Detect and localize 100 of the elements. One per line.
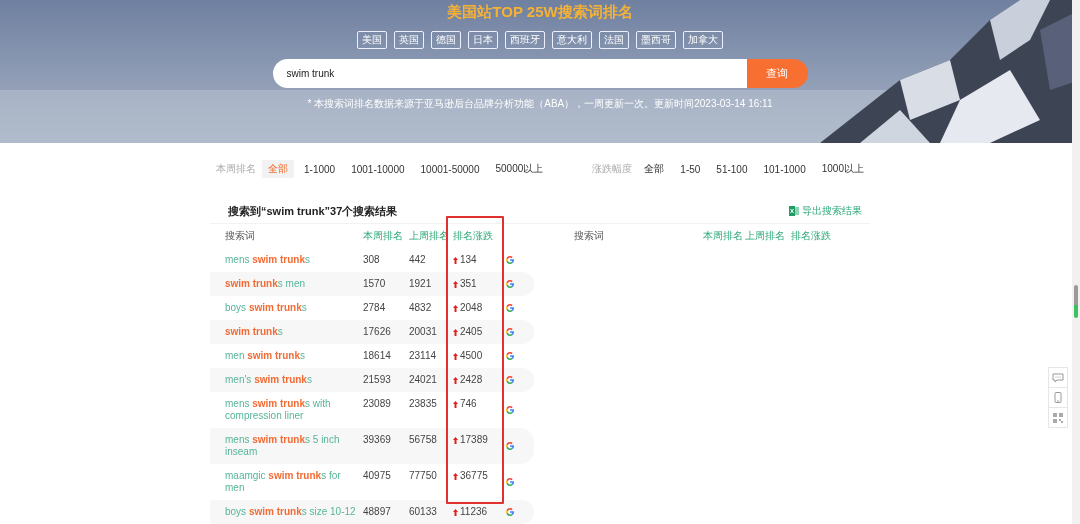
arrow-up-icon — [453, 256, 458, 264]
keyword-link[interactable]: mens swim trunks with compression liner — [225, 398, 363, 422]
filter-option[interactable]: 1-1000 — [298, 161, 342, 177]
google-icon[interactable] — [505, 405, 515, 415]
country-button[interactable]: 西班牙 — [505, 31, 545, 49]
table-cell-text: 1570 — [363, 278, 387, 290]
table-cell-text: 23114 — [409, 350, 438, 362]
google-icon[interactable] — [505, 507, 515, 517]
keyword-link[interactable]: swim trunks — [225, 326, 363, 338]
table-cell: 351 — [460, 278, 477, 290]
filter-option[interactable]: 全部 — [262, 160, 294, 178]
filter-option[interactable]: 1000以上 — [815, 160, 870, 178]
filter-label: 涨跌幅度 — [592, 162, 633, 176]
column-header: 本周排名 — [703, 229, 744, 243]
filter-option[interactable]: 10001-50000 — [414, 161, 486, 177]
table-cell: 746 — [460, 398, 477, 410]
page-title: 美国站TOP 25W搜索词排名 — [447, 2, 633, 22]
google-icon[interactable] — [505, 303, 515, 313]
table-cell: 134 — [460, 254, 477, 266]
country-button[interactable]: 英国 — [394, 31, 424, 49]
table-cell-text: 40975 — [363, 470, 392, 482]
filter-label: 本周排名 — [216, 162, 256, 176]
google-icon[interactable] — [505, 441, 515, 451]
column-header: 排名涨跌 — [791, 229, 832, 243]
qr-code-button[interactable] — [1048, 407, 1068, 428]
phone-icon — [1054, 392, 1062, 403]
country-button[interactable]: 法国 — [599, 31, 629, 49]
filter-option[interactable]: 1001-10000 — [345, 161, 411, 177]
filter-option[interactable]: 1-50 — [674, 161, 707, 177]
arrow-up-icon — [453, 352, 458, 360]
arrow-up-icon — [453, 304, 458, 312]
arrow-up-icon — [453, 508, 458, 516]
keyword-link[interactable]: men swim trunks — [225, 350, 363, 362]
column-header: 排名涨跌 — [453, 229, 494, 243]
table-cell-text: 60133 — [409, 506, 438, 518]
table-cell-text: 20031 — [409, 326, 438, 338]
table-cell: 17389 — [460, 434, 488, 446]
keyword-link[interactable]: mens swim trunks 5 inch inseam — [225, 434, 363, 458]
column-header: 搜索词 — [574, 229, 605, 243]
keyword-link[interactable]: boys swim trunks size 10-12 — [225, 506, 363, 518]
country-button[interactable]: 美国 — [357, 31, 387, 49]
table-cell-text: 4832 — [409, 302, 433, 314]
table-cell-text: 2784 — [363, 302, 387, 314]
table-cell-text: 308 — [363, 254, 381, 266]
google-icon[interactable] — [505, 327, 515, 337]
country-button[interactable]: 墨西哥 — [636, 31, 676, 49]
google-icon[interactable] — [505, 351, 515, 361]
keyword-link[interactable]: maamgic swim trunks for men — [225, 470, 363, 494]
filter-option[interactable]: 50000以上 — [489, 160, 550, 178]
filter-option[interactable]: 101-1000 — [757, 161, 812, 177]
arrow-up-icon — [453, 400, 458, 408]
spreadsheet-icon — [789, 206, 799, 216]
qr-code-icon — [1053, 412, 1063, 423]
country-button[interactable]: 德国 — [431, 31, 461, 49]
phone-button[interactable] — [1048, 387, 1068, 408]
arrow-up-icon — [453, 280, 458, 288]
table-cell: 11236 — [460, 506, 488, 518]
column-header: 搜索词 — [225, 229, 256, 243]
search-field[interactable]: swim trunk — [272, 59, 747, 88]
table-cell-text: 24021 — [409, 374, 438, 386]
arrow-up-icon — [453, 376, 458, 384]
table-cell-text: 48897 — [363, 506, 392, 518]
table-cell: 2048 — [460, 302, 483, 314]
google-icon[interactable] — [505, 375, 515, 385]
table-cell-text: 442 — [409, 254, 427, 266]
table-cell-text: 18614 — [363, 350, 392, 362]
filter-option[interactable]: 51-100 — [710, 161, 754, 177]
keyword-link[interactable]: swim trunks men — [225, 278, 363, 290]
table-cell-text: 21593 — [363, 374, 392, 386]
export-link[interactable]: 导出搜索结果 — [789, 204, 862, 218]
table-cell: 4500 — [460, 350, 483, 362]
google-icon[interactable] — [505, 255, 515, 265]
column-header: 本周排名 — [363, 229, 404, 243]
column-header: 上周排名 — [745, 229, 786, 243]
table-cell-text: 39369 — [363, 434, 392, 446]
google-icon[interactable] — [505, 279, 515, 289]
table-cell-text: 1921 — [409, 278, 433, 290]
scrollbar[interactable] — [1072, 0, 1080, 524]
table-cell: 2428 — [460, 374, 483, 386]
table-cell: 36775 — [460, 470, 488, 482]
country-button[interactable]: 日本 — [468, 31, 498, 49]
arrow-up-icon — [453, 328, 458, 336]
google-icon[interactable] — [505, 477, 515, 487]
keyword-link[interactable]: mens swim trunks — [225, 254, 363, 266]
table-cell-text: 17626 — [363, 326, 392, 338]
table-cell-text: 23089 — [363, 398, 392, 410]
country-button[interactable]: 加拿大 — [683, 31, 723, 49]
table-cell-text: 77750 — [409, 470, 438, 482]
filter-option[interactable]: 全部 — [638, 160, 671, 178]
country-button[interactable]: 意大利 — [552, 31, 592, 49]
keyword-link[interactable]: men's swim trunks — [225, 374, 363, 386]
keyword-link[interactable]: boys swim trunks — [225, 302, 363, 314]
query-button[interactable]: 查询 — [746, 59, 808, 88]
chat-icon — [1052, 372, 1064, 383]
results-summary: 搜索到“swim trunk”37个搜索结果 — [228, 203, 398, 219]
table-cell-text: 56758 — [409, 434, 438, 446]
arrow-up-icon — [453, 436, 458, 444]
arrow-up-icon — [453, 472, 458, 480]
table-cell-text: 23835 — [409, 398, 438, 410]
table-cell: 2405 — [460, 326, 483, 338]
